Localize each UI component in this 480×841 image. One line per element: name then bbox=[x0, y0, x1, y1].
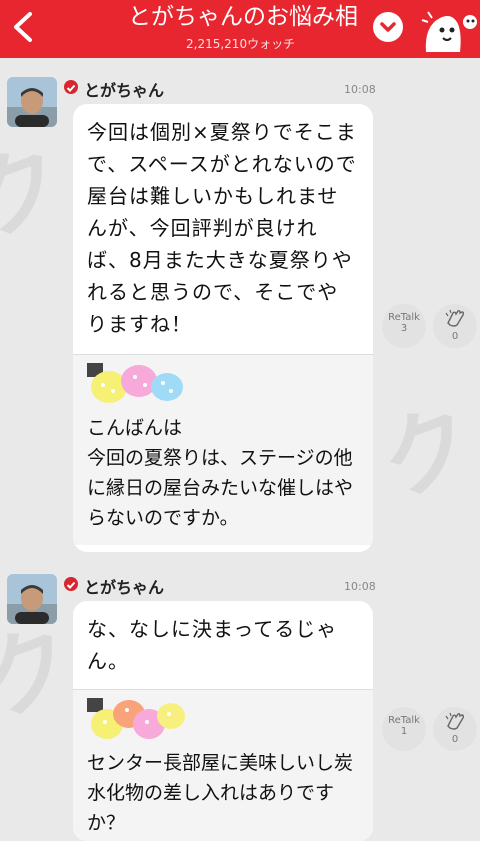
quoted-question: こんばんは 今回の夏祭りは、ステージの他に縁日の屋台みたいな催しはやらないのです… bbox=[73, 354, 373, 545]
sender-name: とがちゃん bbox=[84, 81, 165, 100]
clap-button[interactable]: 0 bbox=[433, 304, 477, 348]
avatar[interactable] bbox=[7, 77, 57, 127]
page-title: とがちゃんのお悩み相 bbox=[128, 4, 358, 30]
back-button[interactable] bbox=[6, 4, 42, 50]
verified-badge-icon bbox=[64, 577, 78, 591]
avatar[interactable] bbox=[7, 574, 57, 624]
retalk-button[interactable]: ReTalk 3 bbox=[382, 304, 426, 348]
mascot-icon bbox=[421, 11, 477, 52]
retalk-count: 1 bbox=[400, 726, 408, 737]
retalk-label: ReTalk bbox=[388, 715, 420, 726]
sticker-icon bbox=[87, 363, 183, 403]
background-watermark: ク bbox=[0, 128, 79, 258]
back-arrow-icon bbox=[14, 12, 32, 42]
clap-icon bbox=[445, 712, 465, 730]
chevron-down-icon bbox=[380, 22, 396, 32]
clap-count: 0 bbox=[451, 331, 459, 342]
message-bubble: な、なしに決まってるじゃん。 センター長部屋に美味しいし炭水化物の差し入れはあり… bbox=[73, 601, 373, 841]
clap-icon bbox=[445, 309, 465, 327]
quoted-question: センター長部屋に美味しいし炭水化物の差し入れはありですか？ bbox=[73, 689, 373, 841]
retalk-label: ReTalk bbox=[388, 312, 420, 323]
reply-text: 今回は個別×夏祭りでそこまで、スペースがとれないので屋台は難しいかもしれませんが… bbox=[87, 120, 357, 336]
dropdown-button[interactable] bbox=[373, 12, 403, 42]
mascot-button[interactable] bbox=[418, 4, 480, 54]
verified-badge-icon bbox=[64, 80, 78, 94]
sticker-icon bbox=[87, 698, 185, 739]
message-time: 10:08 bbox=[344, 580, 376, 593]
sender-name: とがちゃん bbox=[84, 578, 165, 597]
message-time: 10:08 bbox=[344, 83, 376, 96]
quote-text: センター長部屋に美味しいし炭水化物の差し入れはありですか？ bbox=[87, 752, 354, 834]
quote-text: こんばんは 今回の夏祭りは、ステージの他に縁日の屋台みたいな催しはやらないのです… bbox=[87, 417, 354, 529]
reply-text: な、なしに決まってるじゃん。 bbox=[87, 617, 338, 673]
clap-button[interactable]: 0 bbox=[433, 707, 477, 751]
retalk-button[interactable]: ReTalk 1 bbox=[382, 707, 426, 751]
message-bubble: 今回は個別×夏祭りでそこまで、スペースがとれないので屋台は難しいかもしれませんが… bbox=[73, 104, 373, 552]
clap-count: 0 bbox=[451, 734, 459, 745]
retalk-count: 3 bbox=[400, 323, 408, 334]
background-watermark: ク bbox=[367, 388, 480, 518]
header-bar: とがちゃんのお悩み相 2,215,210ウォッチ bbox=[0, 0, 480, 58]
watch-count: 2,215,210ウォッチ bbox=[186, 37, 296, 51]
